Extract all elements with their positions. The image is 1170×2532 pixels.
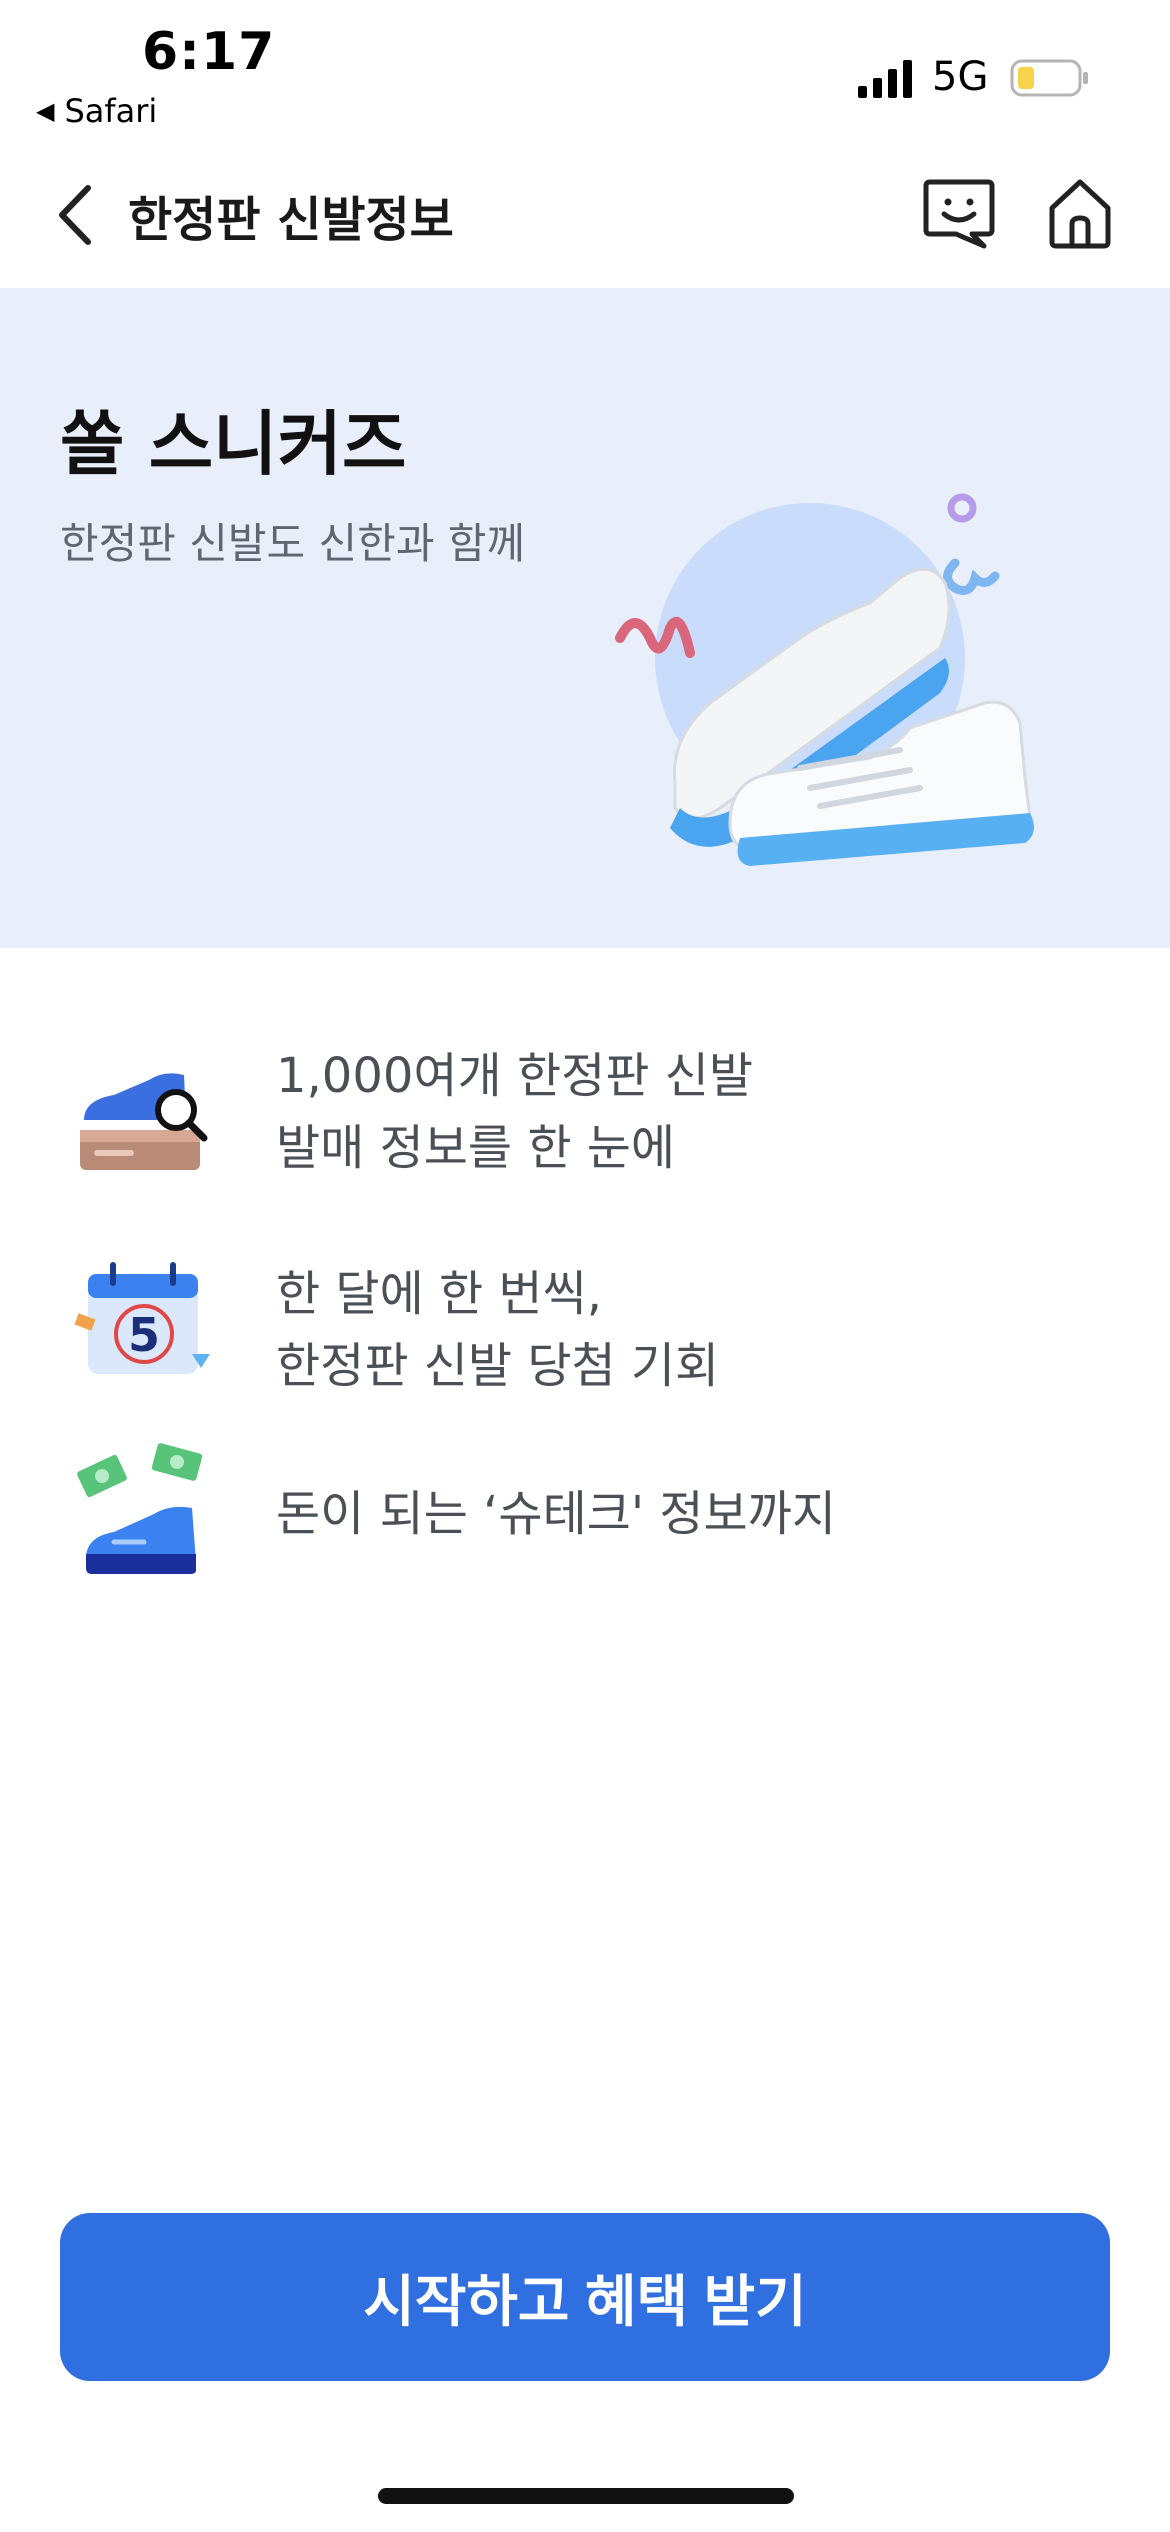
navigation-bar: 한정판 신발정보 bbox=[0, 150, 1170, 288]
back-arrow-icon[interactable] bbox=[52, 180, 98, 250]
back-app-label: Safari bbox=[64, 92, 158, 130]
back-to-safari-link[interactable]: ◀ Safari bbox=[36, 92, 157, 130]
calendar-5-icon: 5 bbox=[74, 1262, 210, 1374]
svg-text:5: 5 bbox=[128, 1308, 160, 1362]
home-icon[interactable] bbox=[1044, 174, 1116, 252]
chatbot-icon[interactable] bbox=[920, 174, 998, 252]
status-bar: 6:17 ◀ Safari 5G bbox=[0, 0, 1170, 150]
battery-icon bbox=[1010, 59, 1088, 97]
sneakers-illustration bbox=[615, 493, 1034, 866]
home-indicator[interactable] bbox=[378, 2488, 794, 2504]
feature-text: 돈이 되는 ‘슈테크' 정보까지 bbox=[276, 1486, 836, 1542]
network-type: 5G bbox=[932, 54, 989, 100]
sneaker-money-icon bbox=[77, 1443, 203, 1574]
feature-text: 한 달에 한 번씩, 한정판 신발 당첨 기회 bbox=[276, 1266, 720, 1394]
hero-subtitle: 한정판 신발도 신한과 함께 bbox=[60, 519, 526, 568]
status-time: 6:17 bbox=[142, 22, 276, 82]
start-benefits-button[interactable]: 시작하고 혜택 받기 bbox=[60, 2213, 1110, 2381]
sneaker-search-icon bbox=[80, 1073, 208, 1170]
hero-title: 쏠 스니커즈 bbox=[60, 403, 407, 485]
page-title: 한정판 신발정보 bbox=[128, 192, 454, 248]
feature-text: 1,000여개 한정판 신발 발매 정보를 한 눈에 bbox=[276, 1048, 754, 1176]
hero-banner: 쏠 스니커즈 한정판 신발도 신한과 함께 bbox=[0, 288, 1170, 948]
signal-icon bbox=[858, 60, 912, 98]
back-triangle-icon: ◀ bbox=[36, 97, 55, 125]
